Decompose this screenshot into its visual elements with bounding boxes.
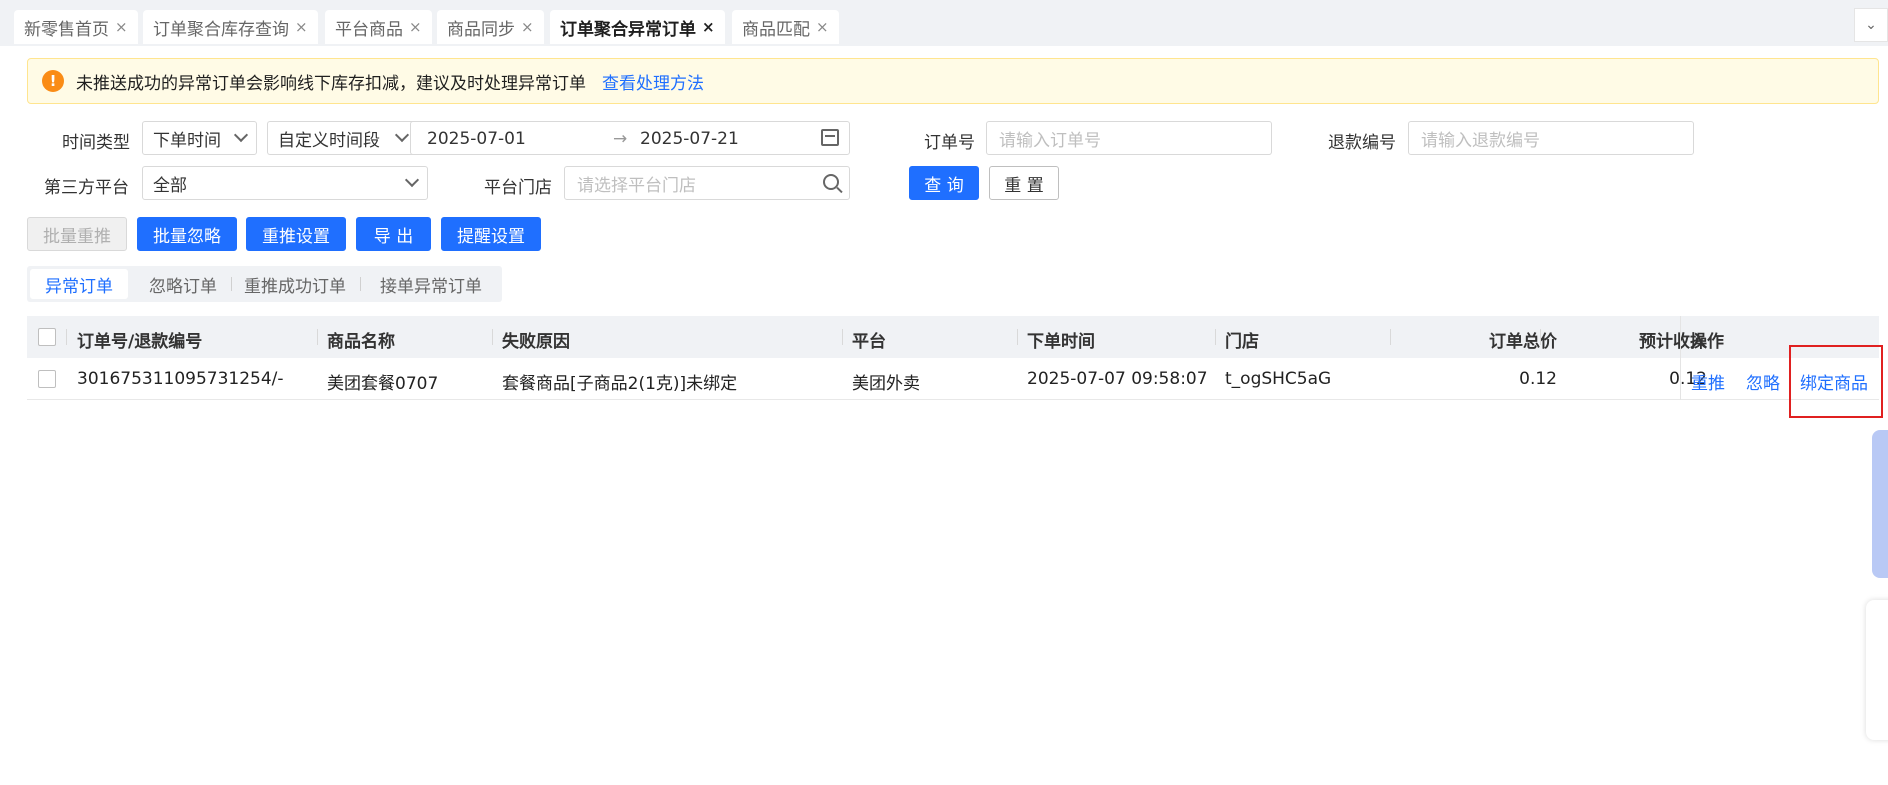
platform-label: 第三方平台: [44, 178, 129, 198]
date-range-picker[interactable]: 2025-07-01 → 2025-07-21: [410, 121, 850, 155]
col-total-price: 订单总价: [1489, 332, 1557, 352]
tab-label: 订单聚合异常订单: [560, 19, 696, 40]
cell-product-name: 美团套餐0707: [327, 374, 439, 394]
subtab-repush-success[interactable]: 重推成功订单: [233, 269, 357, 299]
query-button[interactable]: 查 询: [909, 166, 979, 200]
chevron-down-icon: [233, 127, 249, 143]
table-row: 301675311095731254/- 美团套餐0707 套餐商品[子商品2(…: [27, 358, 1879, 400]
calendar-icon[interactable]: [821, 129, 839, 146]
divider: [360, 277, 361, 291]
export-button[interactable]: 导 出: [356, 217, 431, 251]
chevron-down-icon: [394, 127, 410, 143]
close-icon[interactable]: ×: [295, 18, 308, 36]
side-float-panel[interactable]: [1872, 430, 1888, 578]
tab-label: 商品同步: [447, 19, 515, 40]
close-icon[interactable]: ×: [816, 18, 829, 36]
store-select[interactable]: 请选择平台门店: [564, 166, 850, 200]
cell-order-time: 2025-07-07 09:58:07: [1027, 369, 1208, 389]
batch-repush-button[interactable]: 批量重推: [27, 217, 127, 251]
divider: [1215, 329, 1216, 345]
subtab-accept-abnormal[interactable]: 接单异常订单: [363, 269, 499, 299]
alert-text: 未推送成功的异常订单会影响线下库存扣减，建议及时处理异常订单: [76, 73, 586, 94]
arrow-right-icon: →: [613, 129, 628, 149]
close-icon[interactable]: ×: [115, 18, 128, 36]
close-icon[interactable]: ×: [409, 18, 422, 36]
cell-store: t_ogSHC5aG: [1225, 369, 1332, 389]
chevron-down-icon[interactable]: ⌄: [1854, 8, 1888, 42]
cell-order-no: 301675311095731254/-: [77, 369, 284, 389]
date-end[interactable]: 2025-07-21: [640, 129, 739, 149]
tab-bar: 新零售首页 × 订单聚合库存查询 × 平台商品 × 商品同步 × 订单聚合异常订单 × 商…: [0, 0, 1888, 46]
view-handling-link[interactable]: 查看处理方法: [602, 69, 704, 94]
select-all-checkbox[interactable]: [38, 328, 56, 346]
date-start[interactable]: 2025-07-01: [427, 129, 526, 149]
divider: [1540, 329, 1541, 345]
cell-fail-reason: 套餐商品[子商品2(1克)]未绑定: [502, 374, 738, 394]
col-product-name: 商品名称: [327, 332, 395, 352]
tab-product-match[interactable]: 商品匹配 ×: [732, 10, 839, 44]
period-select[interactable]: 自定义时间段: [267, 121, 417, 155]
fixed-column-divider: [1680, 316, 1681, 400]
divider: [1390, 329, 1391, 345]
reset-button[interactable]: 重 置: [989, 166, 1059, 200]
col-platform: 平台: [852, 332, 886, 352]
store-label: 平台门店: [484, 178, 552, 198]
search-icon[interactable]: [823, 174, 839, 190]
cell-total-price: 0.12: [1519, 369, 1557, 389]
tab-platform-products[interactable]: 平台商品 ×: [325, 10, 432, 44]
col-fail-reason: 失败原因: [502, 332, 570, 352]
cell-expected-income: 0.12: [1669, 369, 1707, 389]
close-icon[interactable]: ×: [702, 18, 715, 36]
divider: [492, 329, 493, 345]
time-type-value: 下单时间: [153, 130, 221, 151]
close-icon[interactable]: ×: [521, 18, 534, 36]
platform-value: 全部: [153, 175, 187, 196]
tab-new-retail-home[interactable]: 新零售首页 ×: [14, 10, 138, 44]
tab-abnormal-orders[interactable]: 订单聚合异常订单 ×: [550, 10, 725, 44]
divider: [1017, 329, 1018, 345]
tab-order-inventory-query[interactable]: 订单聚合库存查询 ×: [143, 10, 318, 44]
row-checkbox[interactable]: [38, 370, 56, 388]
customer-service-float[interactable]: [1866, 600, 1888, 740]
col-operations: 操作: [1690, 332, 1724, 352]
order-status-tabs: 异常订单 忽略订单 重推成功订单 接单异常订单: [27, 266, 502, 302]
order-no-input[interactable]: 请输入订单号: [986, 121, 1272, 155]
tab-product-sync[interactable]: 商品同步 ×: [437, 10, 544, 44]
chevron-down-icon: [404, 172, 420, 188]
divider: [66, 329, 67, 345]
refund-no-label: 退款编号: [1328, 133, 1396, 153]
repush-link[interactable]: 重推: [1691, 369, 1725, 394]
divider: [842, 329, 843, 345]
store-placeholder: 请选择平台门店: [577, 175, 696, 196]
order-no-label: 订单号: [924, 133, 975, 153]
warning-icon: !: [42, 70, 64, 92]
subtab-ignored[interactable]: 忽略订单: [135, 269, 231, 299]
alert-banner: ! 未推送成功的异常订单会影响线下库存扣减，建议及时处理异常订单 查看处理方法: [27, 58, 1879, 104]
repush-settings-button[interactable]: 重推设置: [246, 217, 346, 251]
batch-ignore-button[interactable]: 批量忽略: [137, 217, 237, 251]
tab-label: 平台商品: [335, 19, 403, 40]
refund-no-input[interactable]: 请输入退款编号: [1408, 121, 1694, 155]
platform-select[interactable]: 全部: [142, 166, 428, 200]
col-store: 门店: [1225, 332, 1259, 352]
divider: [231, 277, 232, 291]
divider: [317, 329, 318, 345]
highlight-box: [1789, 345, 1883, 418]
time-type-label: 时间类型: [62, 133, 130, 153]
col-order-time: 下单时间: [1027, 332, 1095, 352]
ignore-link[interactable]: 忽略: [1746, 369, 1780, 394]
tab-label: 商品匹配: [742, 19, 810, 40]
reminder-settings-button[interactable]: 提醒设置: [441, 217, 541, 251]
subtab-abnormal[interactable]: 异常订单: [30, 269, 128, 299]
col-order-no: 订单号/退款编号: [77, 332, 203, 352]
period-value: 自定义时间段: [278, 130, 380, 151]
table-header: 订单号/退款编号 商品名称 失败原因 平台 下单时间 门店 订单总价 预计收入 …: [27, 316, 1879, 358]
cell-platform: 美团外卖: [852, 374, 920, 394]
tab-label: 订单聚合库存查询: [153, 19, 289, 40]
time-type-select[interactable]: 下单时间: [142, 121, 257, 155]
tab-label: 新零售首页: [24, 19, 109, 40]
